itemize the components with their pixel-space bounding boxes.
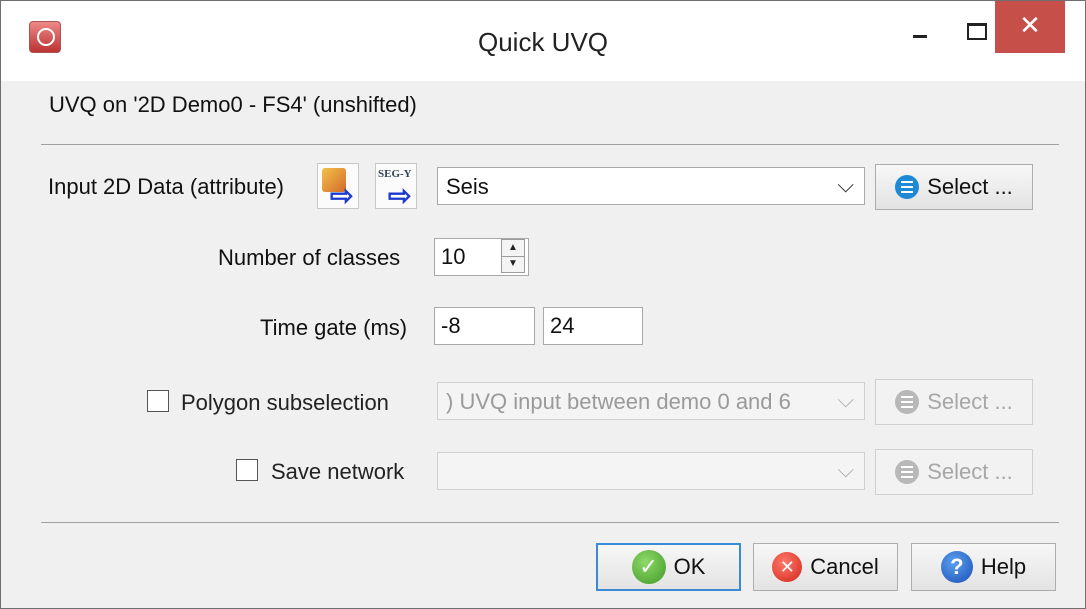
spin-down-icon[interactable]: ▼ xyxy=(502,256,524,272)
input-select-label: Select ... xyxy=(927,174,1013,199)
minimize-button[interactable] xyxy=(889,1,951,57)
import-attribute-button[interactable]: ⇨ xyxy=(317,163,359,211)
segy-import-icon: SEG-Y xyxy=(378,168,412,180)
input-select-button[interactable]: Select ... xyxy=(875,164,1033,210)
arrow-right-icon: ⇨ xyxy=(388,180,412,211)
cancel-button[interactable]: ✕ Cancel xyxy=(753,543,898,591)
classes-spinner[interactable]: ▲ ▼ xyxy=(501,239,525,273)
polygon-combo[interactable]: ) UVQ input between demo 0 and 6 ⌵ xyxy=(437,382,865,420)
list-icon xyxy=(895,390,920,414)
timegate-end-value: 24 xyxy=(550,313,575,338)
network-select-button[interactable]: Select ... xyxy=(875,449,1033,495)
close-button[interactable] xyxy=(995,1,1065,53)
help-button[interactable]: ? Help xyxy=(911,543,1056,591)
x-icon: ✕ xyxy=(772,552,803,582)
question-icon: ? xyxy=(940,551,973,583)
segy-import-button[interactable]: SEG-Y ⇨ xyxy=(375,163,417,211)
title-bar: Quick UVQ xyxy=(1,1,1085,81)
spin-up-icon[interactable]: ▲ xyxy=(502,240,524,257)
list-icon xyxy=(895,175,920,199)
timegate-label: Time gate (ms) xyxy=(260,315,408,340)
input-data-label: Input 2D Data (attribute) xyxy=(48,174,285,199)
cancel-label: Cancel xyxy=(810,554,879,579)
dialog-header: UVQ on '2D Demo0 - FS4' (unshifted) xyxy=(49,92,417,117)
timegate-end-field[interactable]: 24 xyxy=(543,307,643,345)
chevron-down-icon: ⌵ xyxy=(837,172,854,197)
save-network-label: Save network xyxy=(271,459,405,484)
list-icon xyxy=(895,460,920,484)
bottom-divider xyxy=(41,522,1059,523)
network-select-label: Select ... xyxy=(927,459,1013,484)
ok-button[interactable]: ✓ OK xyxy=(596,543,741,591)
timegate-start-field[interactable]: -8 xyxy=(434,307,535,345)
check-icon: ✓ xyxy=(631,550,666,584)
quick-uvq-dialog: Quick UVQ UVQ on '2D Demo0 - FS4' (unshi… xyxy=(0,0,1086,609)
network-combo[interactable]: ⌵ xyxy=(437,452,865,490)
top-divider xyxy=(41,144,1059,145)
polygon-select-label: Select ... xyxy=(927,389,1013,414)
chevron-down-icon: ⌵ xyxy=(837,387,854,412)
polygon-label: Polygon subselection xyxy=(181,390,389,415)
arrow-right-icon: ⇨ xyxy=(330,180,354,211)
polygon-checkbox[interactable] xyxy=(147,390,169,412)
ok-label: OK xyxy=(673,554,706,579)
polygon-value: ) UVQ input between demo 0 and 6 xyxy=(446,389,791,414)
classes-label: Number of classes xyxy=(218,245,401,270)
polygon-select-button[interactable]: Select ... xyxy=(875,379,1033,425)
chevron-down-icon: ⌵ xyxy=(837,457,854,482)
help-label: Help xyxy=(980,554,1027,579)
input-data-value: Seis xyxy=(446,174,489,199)
save-network-checkbox[interactable] xyxy=(236,459,258,481)
timegate-start-value: -8 xyxy=(441,313,461,338)
input-data-combo[interactable]: Seis ⌵ xyxy=(437,167,865,205)
classes-value: 10 xyxy=(441,244,466,269)
